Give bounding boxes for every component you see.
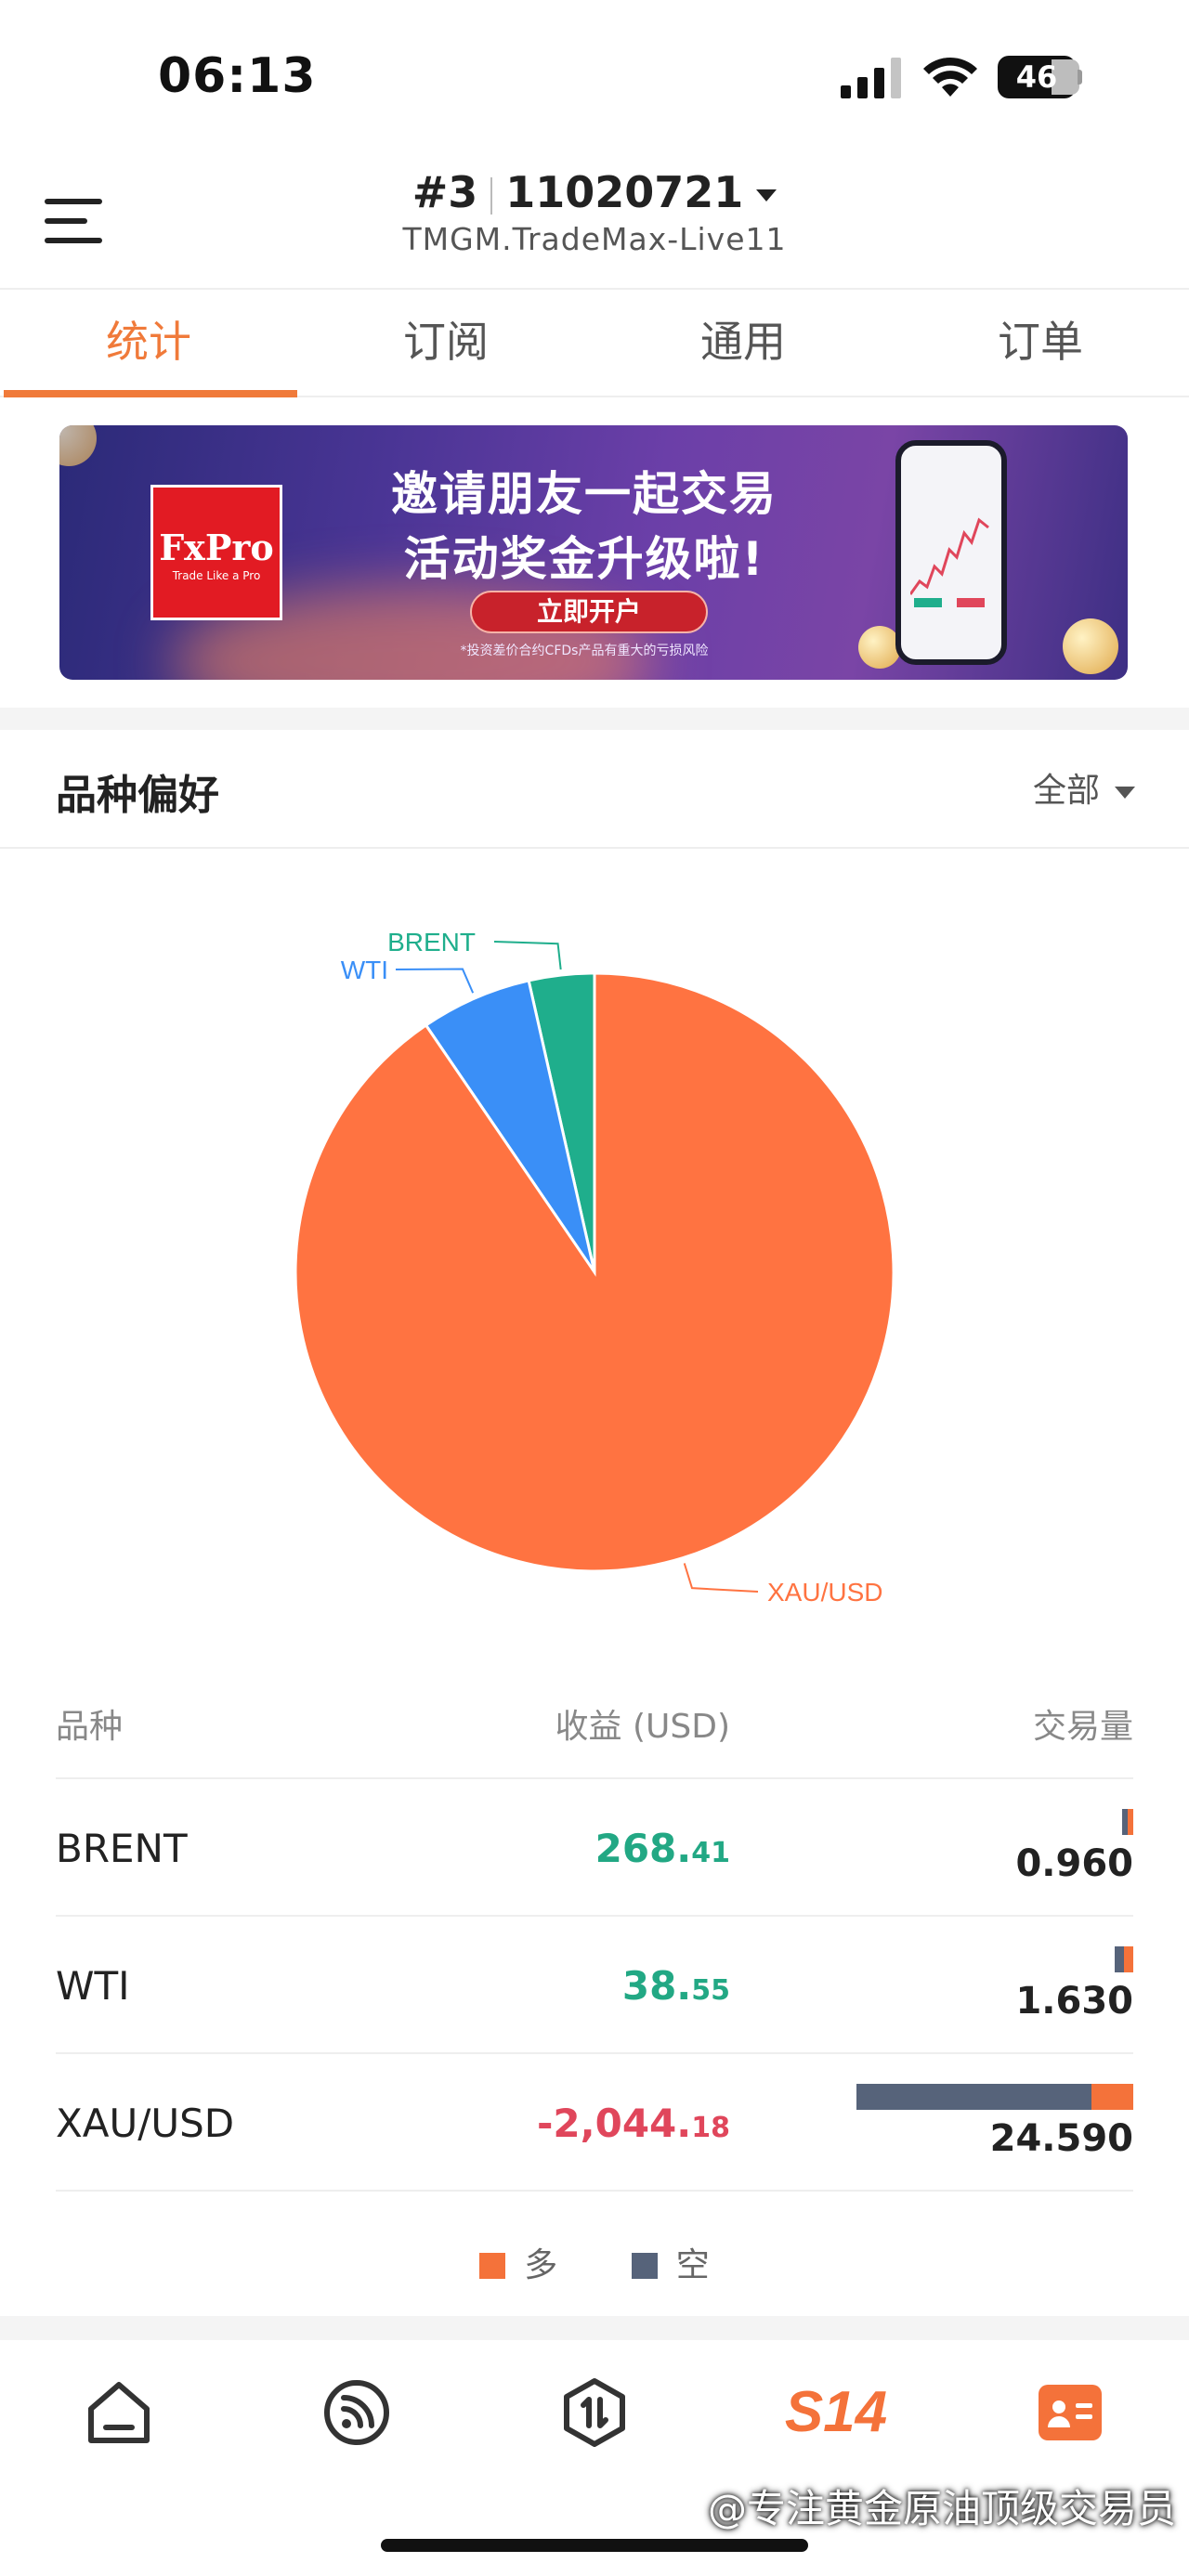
- fxpro-logo: FxPro Trade Like a Pro: [150, 485, 282, 620]
- legend-short: 空: [631, 2238, 710, 2286]
- chevron-down-icon: [1115, 786, 1135, 799]
- pie-chart: BRENTWTI XAU/USD: [294, 928, 895, 1607]
- bottom-nav: S14 @专注黄金原油顶级交易员: [0, 2340, 1189, 2576]
- section-title: 品种偏好: [56, 772, 219, 819]
- chevron-down-icon: [756, 189, 777, 202]
- home-indicator: [381, 2539, 808, 2552]
- table-header: 品种 收益 (USD) 交易量: [56, 1681, 1133, 1777]
- volume-bar: [856, 2084, 1133, 2110]
- tab-subscribe[interactable]: 订阅: [297, 290, 594, 396]
- divider: [0, 2316, 1189, 2340]
- phone-illustration: [895, 440, 1007, 665]
- battery-level: 46: [1015, 59, 1058, 95]
- open-account-button[interactable]: 立即开户: [470, 591, 708, 633]
- banner-subheadline: 活动奖金升级啦!: [403, 532, 765, 586]
- pie-label: WTI: [341, 956, 388, 984]
- volume-legend: 多 空: [0, 2238, 1189, 2286]
- banner-disclaimer: *投资差价合约CFDs产品有重大的亏损风险: [460, 644, 709, 658]
- banner-headline: 邀请朋友一起交易: [391, 467, 777, 521]
- pie-label: BRENT: [387, 928, 476, 956]
- filter-dropdown[interactable]: 全部: [1033, 763, 1135, 812]
- promo-banner[interactable]: FxPro Trade Like a Pro 邀请朋友一起交易 活动奖金升级啦!…: [59, 425, 1128, 680]
- section-header: 品种偏好 全部: [0, 730, 1189, 849]
- s14-logo[interactable]: S14: [780, 2375, 892, 2450]
- row-profit: 38.55: [621, 1963, 730, 2009]
- header-profit: 收益 (USD): [555, 1708, 730, 1746]
- pie-leader-line: [493, 941, 562, 970]
- row-profit: -2,044.18: [537, 2101, 730, 2146]
- tab-general[interactable]: 通用: [594, 290, 892, 396]
- table-row[interactable]: BRENT 268.41 0.960: [56, 1777, 1133, 1915]
- volume-bar: [1122, 1809, 1133, 1835]
- account-selector[interactable]: #3 11020721: [0, 167, 1189, 217]
- svg-text:S14: S14: [785, 2380, 887, 2444]
- volume-bar: [1115, 1946, 1133, 1972]
- table-row[interactable]: WTI 38.55 1.630: [56, 1915, 1133, 2052]
- row-volume: 24.590: [989, 2117, 1133, 2160]
- pie-label: XAU/USD: [767, 1578, 882, 1607]
- trade-icon[interactable]: [557, 2375, 632, 2450]
- table-row[interactable]: XAU/USD -2,044.18 24.590: [56, 2052, 1133, 2190]
- coin-decoration: [59, 425, 97, 466]
- symbol-table: BRENT 268.41 0.960 WTI 38.55 1.630 XAU/U…: [56, 1777, 1133, 2192]
- divider: [0, 708, 1189, 730]
- account-index: #3: [412, 167, 478, 217]
- pie-slice-xau-usd: [294, 971, 895, 1573]
- row-profit: 268.41: [594, 1826, 730, 1871]
- status-time: 06:13: [158, 48, 317, 104]
- pie-leader-line: [395, 968, 475, 994]
- tab-orders[interactable]: 订单: [892, 290, 1189, 396]
- app-header: #3 11020721 TMGM.TradeMax-Live11: [0, 158, 1189, 288]
- wifi-icon: [923, 57, 977, 97]
- signal-icon: [841, 58, 901, 98]
- id-card-icon[interactable]: [1033, 2375, 1107, 2450]
- header-volume: 交易量: [1032, 1708, 1133, 1746]
- tab-bar: 统计 订阅 通用 订单: [0, 288, 1189, 397]
- tab-statistics[interactable]: 统计: [0, 290, 297, 397]
- account-number: 11020721: [505, 167, 744, 217]
- pie-leader-line: [683, 1563, 759, 1593]
- home-icon[interactable]: [82, 2375, 156, 2450]
- coin-decoration: [1063, 618, 1118, 674]
- header-symbol: 品种: [56, 1708, 124, 1746]
- status-bar: 06:13 46: [0, 0, 1189, 158]
- row-volume: 1.630: [1015, 1980, 1133, 2023]
- row-volume: 0.960: [1015, 1842, 1133, 1885]
- battery-icon: 46: [998, 56, 1083, 98]
- legend-long: 多: [479, 2238, 557, 2286]
- row-symbol: XAU/USD: [56, 2101, 235, 2146]
- row-symbol: BRENT: [56, 1826, 188, 1871]
- rss-icon[interactable]: [320, 2375, 394, 2450]
- row-symbol: WTI: [56, 1963, 130, 2009]
- app-screen: 06:13 46 #3 11020721 TMGM.TradeMax-Live1…: [0, 0, 1189, 2576]
- filter-label: 全部: [1032, 772, 1100, 810]
- server-name: TMGM.TradeMax-Live11: [402, 221, 787, 257]
- watermark: @专注黄金原油顶级交易员: [707, 2486, 1176, 2531]
